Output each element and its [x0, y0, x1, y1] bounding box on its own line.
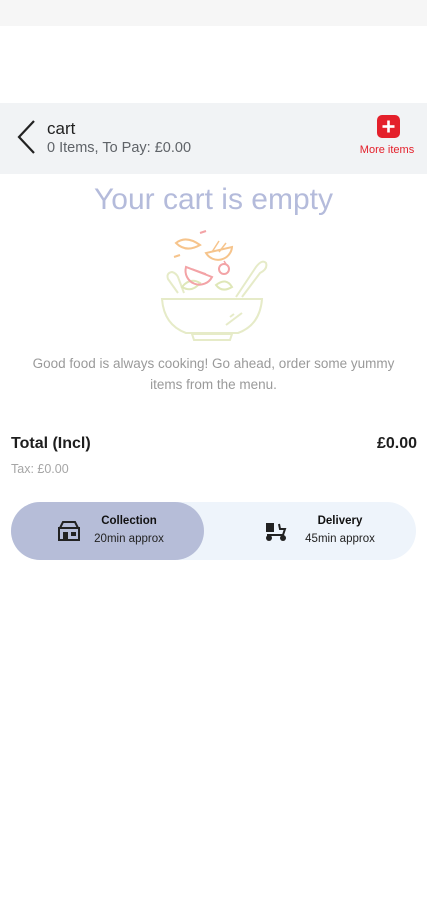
empty-cart-message: Good food is always cooking! Go ahead, o… [32, 356, 395, 392]
back-button[interactable] [14, 118, 40, 156]
delivery-time: 45min approx [305, 533, 375, 545]
tax-text: Tax: £0.00 [11, 462, 69, 476]
chevron-left-icon [17, 120, 35, 154]
cart-summary: 0 Items, To Pay: £0.00 [47, 140, 192, 156]
collection-time: 20min approx [94, 533, 164, 545]
delivery-label: Delivery [317, 515, 363, 527]
delivery-option[interactable]: Delivery 45min approx [214, 502, 416, 560]
more-items-button[interactable]: More items [347, 115, 427, 163]
collection-option[interactable]: Collection 20min approx [11, 502, 204, 560]
page-title: cart [47, 119, 76, 138]
empty-cart-title: Your cart is empty [94, 183, 333, 216]
salad-bowl-illustration [160, 230, 268, 341]
status-bar [0, 0, 427, 26]
more-items-label: More items [359, 144, 415, 156]
order-mode-toggle: Collection 20min approx Delivery 45min a… [11, 502, 416, 560]
total-value: £0.00 [376, 435, 417, 452]
store-icon [58, 521, 80, 541]
plus-icon [377, 115, 400, 138]
total-label: Total (Incl) [11, 435, 91, 452]
collection-label: Collection [101, 515, 157, 527]
scooter-icon [266, 523, 287, 541]
